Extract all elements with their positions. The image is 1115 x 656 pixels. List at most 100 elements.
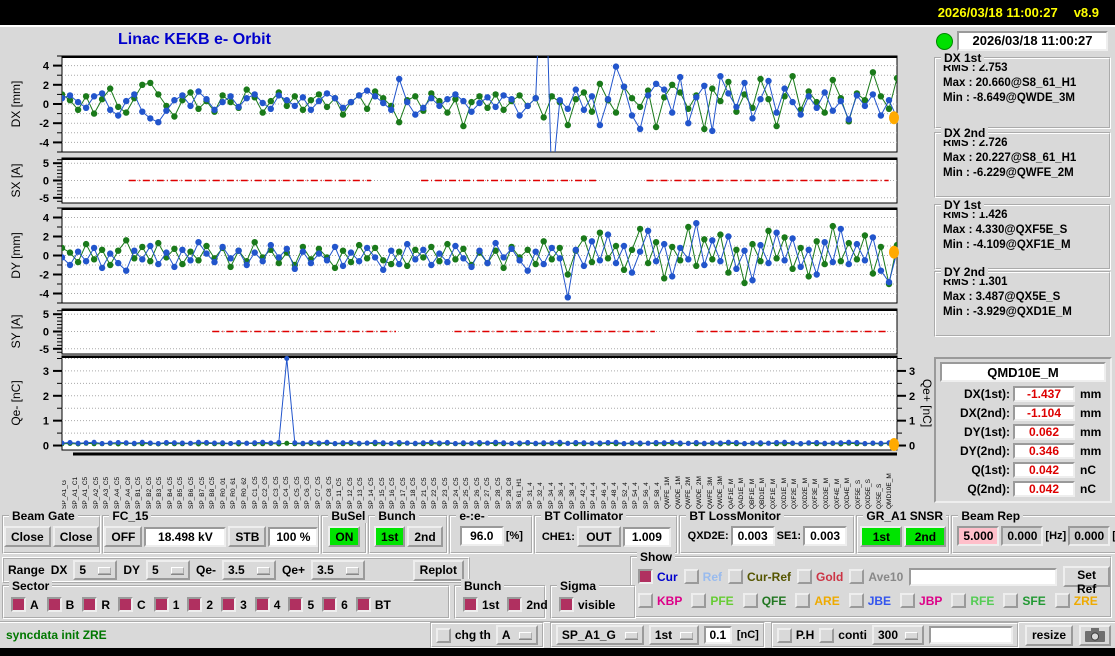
checkbox-sfe[interactable]: SFE <box>1003 593 1046 608</box>
fc15-stb-button[interactable]: STB <box>228 526 267 547</box>
checkbox-indicator[interactable] <box>288 597 304 612</box>
checkbox-indicator[interactable] <box>951 593 967 608</box>
bunch-order-select[interactable]: 1st <box>648 625 699 645</box>
checkbox-indicator[interactable] <box>776 627 792 643</box>
status-bar: syncdata init ZRE chg th A SP_A1_G 1st [… <box>0 621 1115 648</box>
bpm-label: SP_B7_C5 <box>198 476 206 509</box>
checkbox-indicator[interactable] <box>728 569 744 584</box>
checkbox-6[interactable]: 6 <box>322 597 348 612</box>
checkbox-indicator[interactable] <box>435 627 451 643</box>
checkbox-indicator[interactable] <box>900 593 916 608</box>
checkbox-chg-th[interactable]: chg th <box>435 627 491 643</box>
checkbox-indicator[interactable] <box>82 597 98 612</box>
camera-icon <box>1085 627 1105 642</box>
extra-input[interactable] <box>928 626 1013 644</box>
bpm-select-frame: SP_A1_G 1st [nC] <box>549 622 765 648</box>
checkbox-indicator[interactable] <box>795 593 811 608</box>
checkbox-5[interactable]: 5 <box>288 597 314 612</box>
checkbox-qfe[interactable]: QFE <box>742 593 786 608</box>
checkbox-indicator[interactable] <box>559 597 574 612</box>
checkbox-gold[interactable]: Gold <box>797 569 843 584</box>
checkbox-indicator[interactable] <box>638 569 653 584</box>
checkbox-indicator[interactable] <box>46 597 62 612</box>
checkbox-label: Cur <box>657 569 678 584</box>
checkbox-a[interactable]: A <box>11 597 39 612</box>
checkbox-conti[interactable]: conti <box>819 627 867 643</box>
che1-value-readout: 1.009 <box>622 526 671 547</box>
bpm-select[interactable]: SP_A1_G <box>555 625 644 645</box>
checkbox-indicator[interactable] <box>254 597 270 612</box>
checkbox-r[interactable]: R <box>82 597 110 612</box>
checkbox-b[interactable]: B <box>46 597 74 612</box>
set-ref-button[interactable]: Set Ref <box>1063 566 1110 596</box>
fc15-off-button[interactable]: OFF <box>104 526 143 547</box>
checkbox-are[interactable]: ARE <box>795 593 840 608</box>
beam-gate-close-button-1[interactable]: Close <box>4 526 51 547</box>
checkbox-indicator[interactable] <box>848 593 864 608</box>
snapshot-button[interactable] <box>1079 624 1111 646</box>
checkbox-1[interactable]: 1 <box>153 597 179 612</box>
checkbox-bt[interactable]: BT <box>355 597 391 612</box>
checkbox-ref[interactable]: Ref <box>683 569 722 584</box>
gr-1st-button[interactable]: 1st <box>860 526 903 547</box>
checkbox-indicator[interactable] <box>849 569 865 584</box>
busel-on-button[interactable]: ON <box>328 526 361 547</box>
checkbox-3[interactable]: 3 <box>221 597 247 612</box>
checkbox-2[interactable]: 2 <box>187 597 213 612</box>
range-dx-select[interactable]: 5 <box>73 560 118 580</box>
replot-button[interactable]: Replot <box>412 559 464 581</box>
checkbox-indicator[interactable] <box>355 597 371 612</box>
bpm-value-row: DY(2nd): 0.346 mm <box>936 441 1110 460</box>
bunch-2nd-button[interactable]: 2nd <box>407 526 443 547</box>
bpm-label: QXF2E_M <box>791 478 799 509</box>
resize-button[interactable]: resize <box>1024 624 1073 646</box>
checkbox-4[interactable]: 4 <box>254 597 280 612</box>
che1-out-button[interactable]: OUT <box>576 526 621 547</box>
checkbox-cur[interactable]: Cur <box>638 569 678 584</box>
range-qe-plus-select[interactable]: 3.5 <box>311 560 366 580</box>
ee-ratio-input[interactable] <box>459 526 504 546</box>
checkbox-ph[interactable]: P.H <box>776 627 814 643</box>
beam-gate-close-button-2[interactable]: Close <box>52 526 100 547</box>
checkbox-indicator[interactable] <box>507 597 523 612</box>
checkbox-indicator[interactable] <box>691 593 707 608</box>
checkbox-indicator[interactable] <box>683 569 699 584</box>
checkbox-indicator[interactable] <box>742 593 758 608</box>
checkbox-indicator[interactable] <box>11 597 26 612</box>
range-dy-select[interactable]: 5 <box>146 560 191 580</box>
checkbox-indicator[interactable] <box>153 597 169 612</box>
checkbox-indicator[interactable] <box>797 569 813 584</box>
checkbox-indicator[interactable] <box>463 597 478 612</box>
checkbox-indicator[interactable] <box>221 597 237 612</box>
bpm-label: SP_58_4 <box>653 482 661 509</box>
checkbox-zre[interactable]: ZRE <box>1054 593 1098 608</box>
checkbox-1st[interactable]: 1st <box>463 597 499 612</box>
checkbox-rfe[interactable]: RFE <box>951 593 994 608</box>
checkbox-2nd[interactable]: 2nd <box>507 597 548 612</box>
checkbox-indicator[interactable] <box>819 627 835 643</box>
stat-max: Max : 20.660@S8_61_H1 <box>943 77 1077 89</box>
checkbox-indicator[interactable] <box>1003 593 1019 608</box>
checkbox-indicator[interactable] <box>1054 593 1070 608</box>
ref-name-input[interactable] <box>909 567 1058 586</box>
checkbox-jbe[interactable]: JBE <box>848 593 891 608</box>
range-qe-minus-select[interactable]: 3.5 <box>222 560 277 580</box>
checkbox-indicator[interactable] <box>187 597 203 612</box>
checkbox-visible[interactable]: visible <box>559 597 615 612</box>
sector-a-select[interactable]: A <box>495 625 538 645</box>
interval-select[interactable]: 300 <box>871 625 924 645</box>
checkbox-c[interactable]: C <box>118 597 146 612</box>
checkbox-kbp[interactable]: KBP <box>638 593 682 608</box>
checkbox-indicator[interactable] <box>118 597 134 612</box>
charge-threshold-input[interactable] <box>703 626 732 644</box>
checkbox-indicator[interactable] <box>322 597 338 612</box>
checkbox-pfe[interactable]: PFE <box>691 593 734 608</box>
bunch-1st-button[interactable]: 1st <box>374 526 406 547</box>
group-title: GR_A1 SNSR <box>863 509 947 523</box>
checkbox-cur-ref[interactable]: Cur-Ref <box>728 569 791 584</box>
selected-value: 3.5 <box>228 563 245 577</box>
checkbox-ave10[interactable]: Ave10 <box>849 569 903 584</box>
gr-2nd-button[interactable]: 2nd <box>904 526 947 547</box>
checkbox-indicator[interactable] <box>638 593 653 608</box>
checkbox-jbp[interactable]: JBP <box>900 593 942 608</box>
